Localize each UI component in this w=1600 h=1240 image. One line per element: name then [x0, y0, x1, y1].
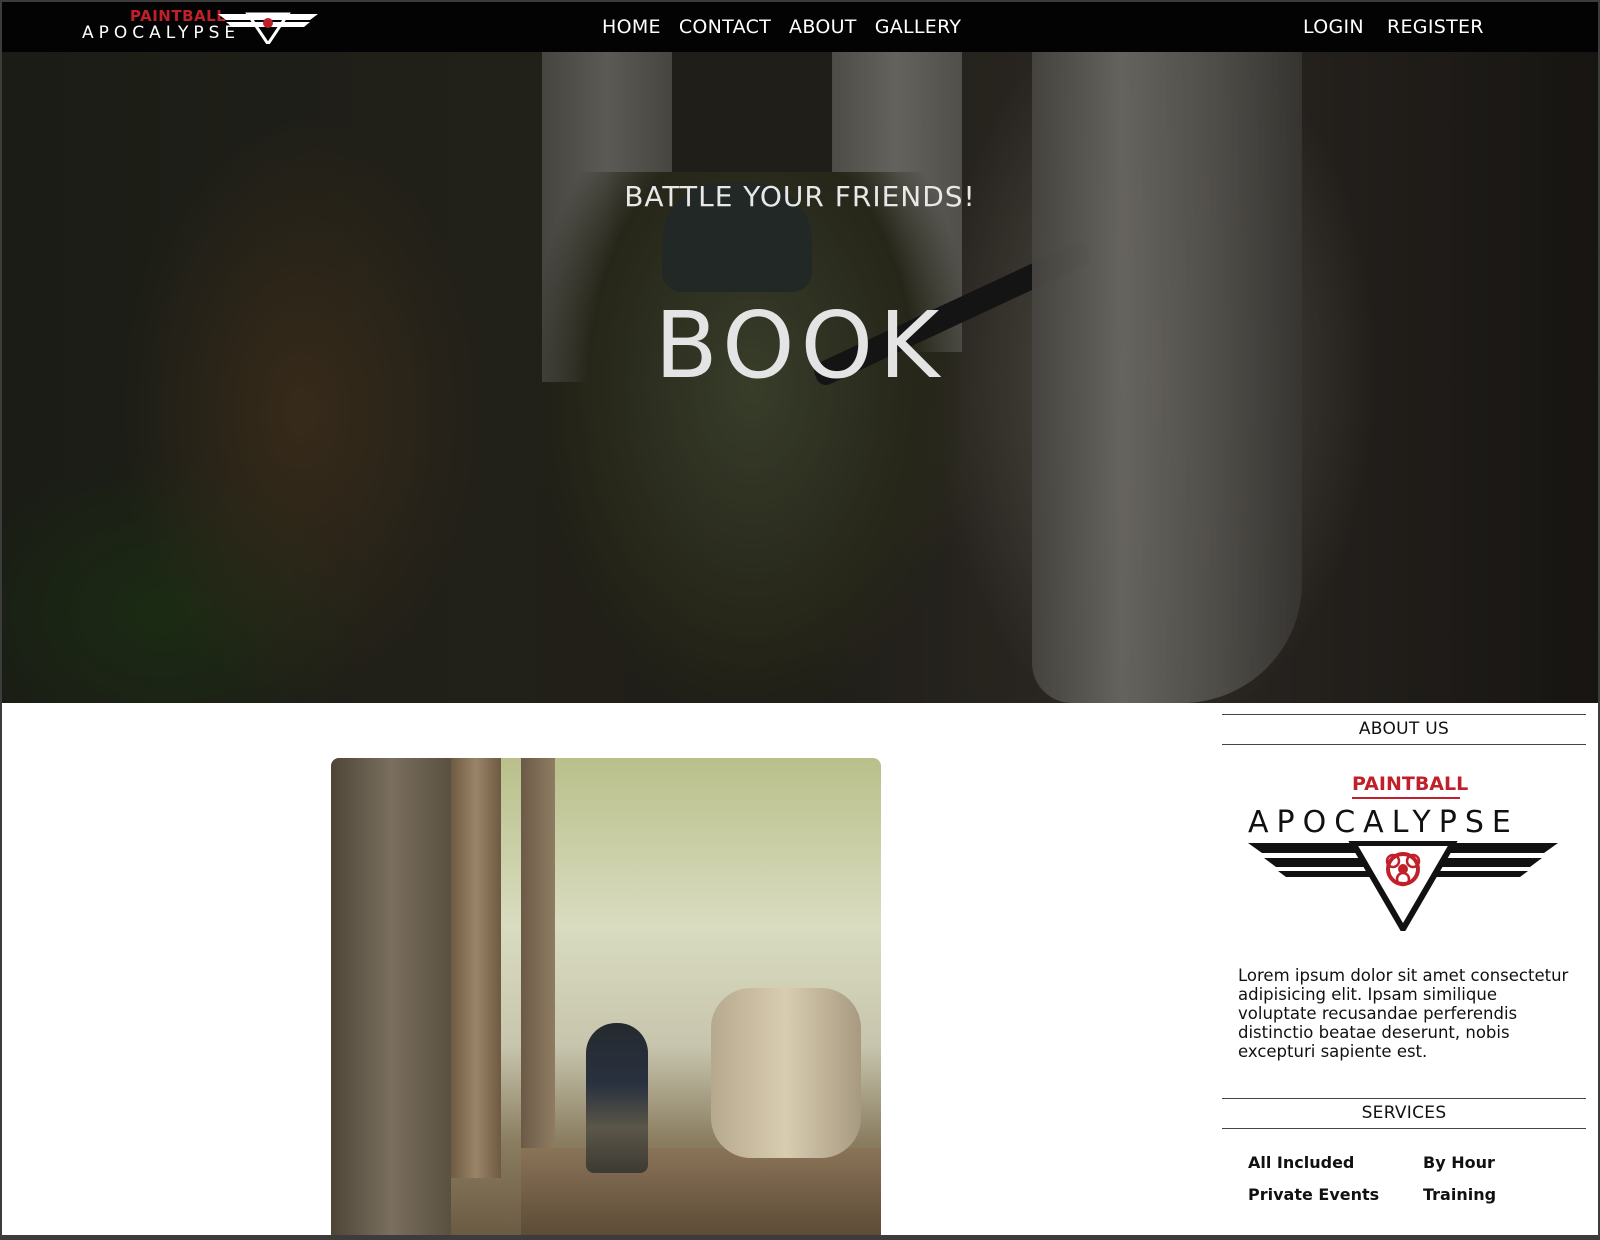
biohazard-wings-icon [1248, 841, 1558, 931]
page: PAINTBALL APOCALYPSE HOME CONTACT ABOUT … [2, 2, 1598, 1235]
hero-banner: BATTLE YOUR FRIENDS! BOOK [2, 52, 1598, 703]
nav-login[interactable]: LOGIN [1303, 15, 1364, 39]
account-nav: LOGIN REGISTER [1303, 15, 1502, 39]
service-private-events[interactable]: Private Events [1248, 1185, 1423, 1204]
service-by-hour[interactable]: By Hour [1423, 1153, 1573, 1172]
image-ground [521, 1148, 881, 1235]
image-tree [451, 758, 501, 1178]
nav-about[interactable]: ABOUT [789, 15, 857, 39]
sidebar: ABOUT US PAINTBALL APOCALYPSE Lorem ipsu… [1222, 714, 1586, 1204]
sidebar-logo-underline [1352, 797, 1460, 799]
nav-contact[interactable]: CONTACT [679, 15, 771, 39]
service-all-included[interactable]: All Included [1248, 1153, 1423, 1172]
nav-gallery[interactable]: GALLERY [875, 15, 962, 39]
navbar: PAINTBALL APOCALYPSE HOME CONTACT ABOUT … [2, 2, 1598, 52]
hero-title: BOOK [654, 292, 946, 399]
browser-frame: PAINTBALL APOCALYPSE HOME CONTACT ABOUT … [0, 0, 1600, 1240]
services-heading: SERVICES [1222, 1098, 1586, 1129]
logo-apocalypse-text: APOCALYPSE [82, 23, 241, 43]
service-training[interactable]: Training [1423, 1185, 1573, 1204]
sidebar-logo-apocalypse-text: APOCALYPSE [1248, 805, 1519, 840]
image-player [586, 1023, 648, 1173]
about-us-heading: ABOUT US [1222, 714, 1586, 745]
feature-image [331, 758, 881, 1235]
logo-wings-icon [218, 12, 318, 44]
services-section: SERVICES All Included By Hour Private Ev… [1222, 1098, 1586, 1204]
nav-home[interactable]: HOME [602, 15, 661, 39]
about-us-text: Lorem ipsum dolor sit amet consectetur a… [1238, 966, 1569, 1061]
services-list: All Included By Hour Private Events Trai… [1222, 1129, 1586, 1204]
brand-logo[interactable]: PAINTBALL APOCALYPSE [80, 6, 325, 48]
hero-subtitle: BATTLE YOUR FRIENDS! [624, 180, 976, 213]
sidebar-logo-paintball-text: PAINTBALL [1352, 773, 1469, 795]
nav-register[interactable]: REGISTER [1387, 15, 1484, 39]
main-nav: HOME CONTACT ABOUT GALLERY [602, 15, 979, 39]
image-tree [521, 758, 555, 1158]
image-tree [331, 758, 451, 1235]
image-spool [711, 988, 861, 1158]
sidebar-logo: PAINTBALL APOCALYPSE [1222, 745, 1586, 931]
